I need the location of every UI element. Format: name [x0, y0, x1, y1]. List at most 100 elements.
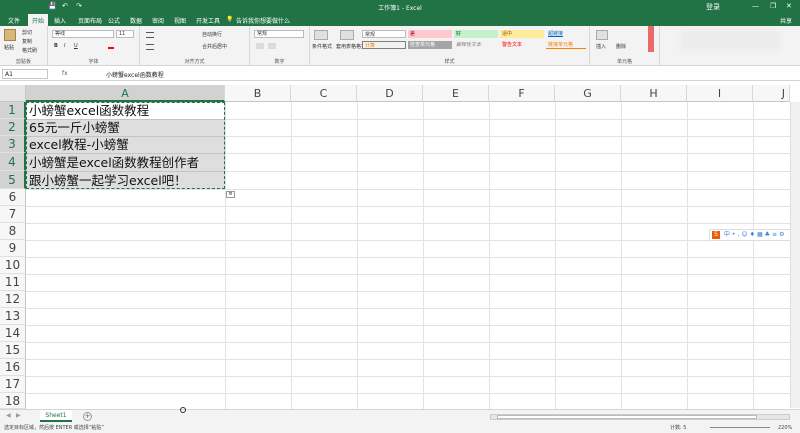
tab-insert[interactable]: 插入: [54, 16, 66, 25]
ribbon: 粘贴 剪切 复制 格式刷 剪贴板 等线 11 B I U 字体 自动换行 合并后…: [0, 26, 800, 66]
login-link[interactable]: 登录: [706, 2, 720, 12]
zoom-slider[interactable]: [710, 427, 770, 428]
minimize-button[interactable]: —: [752, 2, 759, 10]
row-header-17[interactable]: 17: [0, 376, 26, 393]
name-box[interactable]: A1: [2, 69, 48, 79]
column-header-j[interactable]: J: [753, 85, 790, 102]
copy-button[interactable]: 复制: [22, 38, 32, 45]
conditional-format-button[interactable]: 条件格式: [312, 43, 332, 50]
add-sheet-button[interactable]: +: [83, 412, 92, 421]
column-header-i[interactable]: I: [687, 85, 753, 102]
align-left-icon[interactable]: [146, 44, 154, 50]
row-header-11[interactable]: 11: [0, 274, 26, 291]
row-header-5[interactable]: 5: [0, 171, 26, 189]
font-color-icon[interactable]: [108, 43, 114, 49]
share-button[interactable]: 共享: [780, 16, 792, 25]
tab-review[interactable]: 审阅: [152, 16, 164, 25]
font-name-select[interactable]: 等线: [52, 30, 114, 38]
conditional-format-icon: [314, 30, 328, 40]
tab-view[interactable]: 视图: [174, 16, 186, 25]
style-linked-cell[interactable]: 链接单元格: [546, 41, 586, 49]
cut-button[interactable]: 剪切: [22, 29, 32, 36]
cell-a2[interactable]: 65元一斤小螃蟹: [27, 120, 120, 136]
delete-cells-button[interactable]: 删除: [616, 43, 626, 50]
currency-icon[interactable]: [256, 43, 264, 49]
merge-center-button[interactable]: 合并后居中: [202, 43, 227, 50]
column-header-b[interactable]: B: [225, 85, 291, 102]
row-header-14[interactable]: 14: [0, 325, 26, 342]
style-normal[interactable]: 常规: [362, 30, 406, 38]
column-header-e[interactable]: E: [423, 85, 489, 102]
ime-toolbar[interactable]: S 中•,☺♦▦♣≡⚙: [709, 229, 799, 241]
column-header-a[interactable]: A: [26, 85, 225, 102]
style-calculation[interactable]: 计算: [362, 41, 406, 49]
ribbon-tabs: 文件 开始 插入 页面布局 公式 数据 审阅 视图 开发工具 💡 告诉我你想要做…: [0, 13, 800, 26]
tab-data[interactable]: 数据: [130, 16, 142, 25]
sheet-nav-right-icon[interactable]: ▶: [16, 412, 21, 419]
gridline: [621, 102, 622, 409]
style-warning[interactable]: 警告文本: [500, 41, 544, 49]
fx-icon[interactable]: fx: [62, 70, 68, 77]
cell-a4[interactable]: 小螃蟹是excel函数教程创作者: [27, 154, 199, 171]
scroll-thumb[interactable]: [497, 415, 757, 419]
column-header-d[interactable]: D: [357, 85, 423, 102]
column-header-f[interactable]: F: [489, 85, 555, 102]
cell-a1[interactable]: 小螃蟹excel函数教程: [27, 103, 149, 119]
style-hyperlink[interactable]: 超链接: [546, 30, 586, 38]
row-header-18[interactable]: 18: [0, 393, 26, 409]
column-header-h[interactable]: H: [621, 85, 687, 102]
sheet-tab-sheet1[interactable]: Sheet1: [40, 410, 72, 422]
formula-input[interactable]: 小螃蟹excel函数教程: [106, 70, 164, 79]
italic-button[interactable]: I: [64, 43, 65, 49]
restore-button[interactable]: ❐: [770, 2, 776, 10]
number-format-select[interactable]: 常规: [254, 30, 304, 38]
tab-file[interactable]: 文件: [8, 16, 20, 25]
style-neutral[interactable]: 适中: [500, 30, 544, 38]
paste-options-icon[interactable]: ≡: [226, 191, 235, 198]
row-header-10[interactable]: 10: [0, 257, 26, 274]
horizontal-scrollbar[interactable]: [490, 414, 790, 420]
style-good[interactable]: 好: [454, 30, 498, 38]
style-check-cell[interactable]: 检查单元格: [408, 41, 452, 49]
vertical-scrollbar[interactable]: [790, 102, 800, 408]
tab-developer[interactable]: 开发工具: [196, 16, 220, 25]
column-header-c[interactable]: C: [291, 85, 357, 102]
column-header-g[interactable]: G: [555, 85, 621, 102]
row-header-8[interactable]: 8: [0, 223, 26, 240]
sheet-nav-left-icon[interactable]: ◀: [6, 412, 11, 419]
ime-tools[interactable]: 中•,☺♦▦♣≡⚙: [724, 231, 787, 238]
underline-button[interactable]: U: [74, 43, 78, 49]
tell-me-box[interactable]: 告诉我你想要做什么: [236, 16, 290, 25]
clipboard-label: 剪贴板: [15, 59, 31, 65]
insert-cells-button[interactable]: 插入: [596, 43, 606, 50]
cell-a5[interactable]: 跟小螃蟹一起学习excel吧！: [27, 172, 187, 189]
row-header-4[interactable]: 4: [0, 153, 26, 171]
format-painter-button[interactable]: 格式刷: [22, 47, 37, 54]
close-button[interactable]: ✕: [786, 2, 792, 10]
align-top-icon[interactable]: [146, 32, 154, 38]
row-header-15[interactable]: 15: [0, 342, 26, 359]
select-all-corner[interactable]: [0, 85, 26, 102]
bold-button[interactable]: B: [54, 43, 58, 49]
zoom-level[interactable]: 220%: [778, 423, 792, 433]
style-bad[interactable]: 差: [408, 30, 452, 38]
row-header-3[interactable]: 3: [0, 136, 26, 153]
tab-page-layout[interactable]: 页面布局: [78, 16, 102, 25]
row-header-2[interactable]: 2: [0, 119, 26, 136]
worksheet-grid[interactable]: A B C D E F G H I J 1 2 3 4 5 6 7 8 9 10…: [0, 85, 800, 409]
row-header-13[interactable]: 13: [0, 308, 26, 325]
row-header-6[interactable]: 6: [0, 189, 26, 206]
paste-button[interactable]: 粘贴: [4, 44, 14, 51]
tab-formulas[interactable]: 公式: [108, 16, 120, 25]
wrap-text-button[interactable]: 自动换行: [202, 31, 222, 38]
row-header-1[interactable]: 1: [0, 102, 26, 119]
row-header-16[interactable]: 16: [0, 359, 26, 376]
row-header-9[interactable]: 9: [0, 240, 26, 257]
style-explanatory[interactable]: 解释性文本: [454, 41, 498, 49]
row-header-12[interactable]: 12: [0, 291, 26, 308]
font-size-select[interactable]: 11: [116, 30, 134, 38]
row-header-7[interactable]: 7: [0, 206, 26, 223]
cell-a3[interactable]: excel教程-小螃蟹: [27, 137, 129, 153]
tab-home[interactable]: 开始: [28, 14, 49, 26]
percent-icon[interactable]: [268, 43, 276, 49]
